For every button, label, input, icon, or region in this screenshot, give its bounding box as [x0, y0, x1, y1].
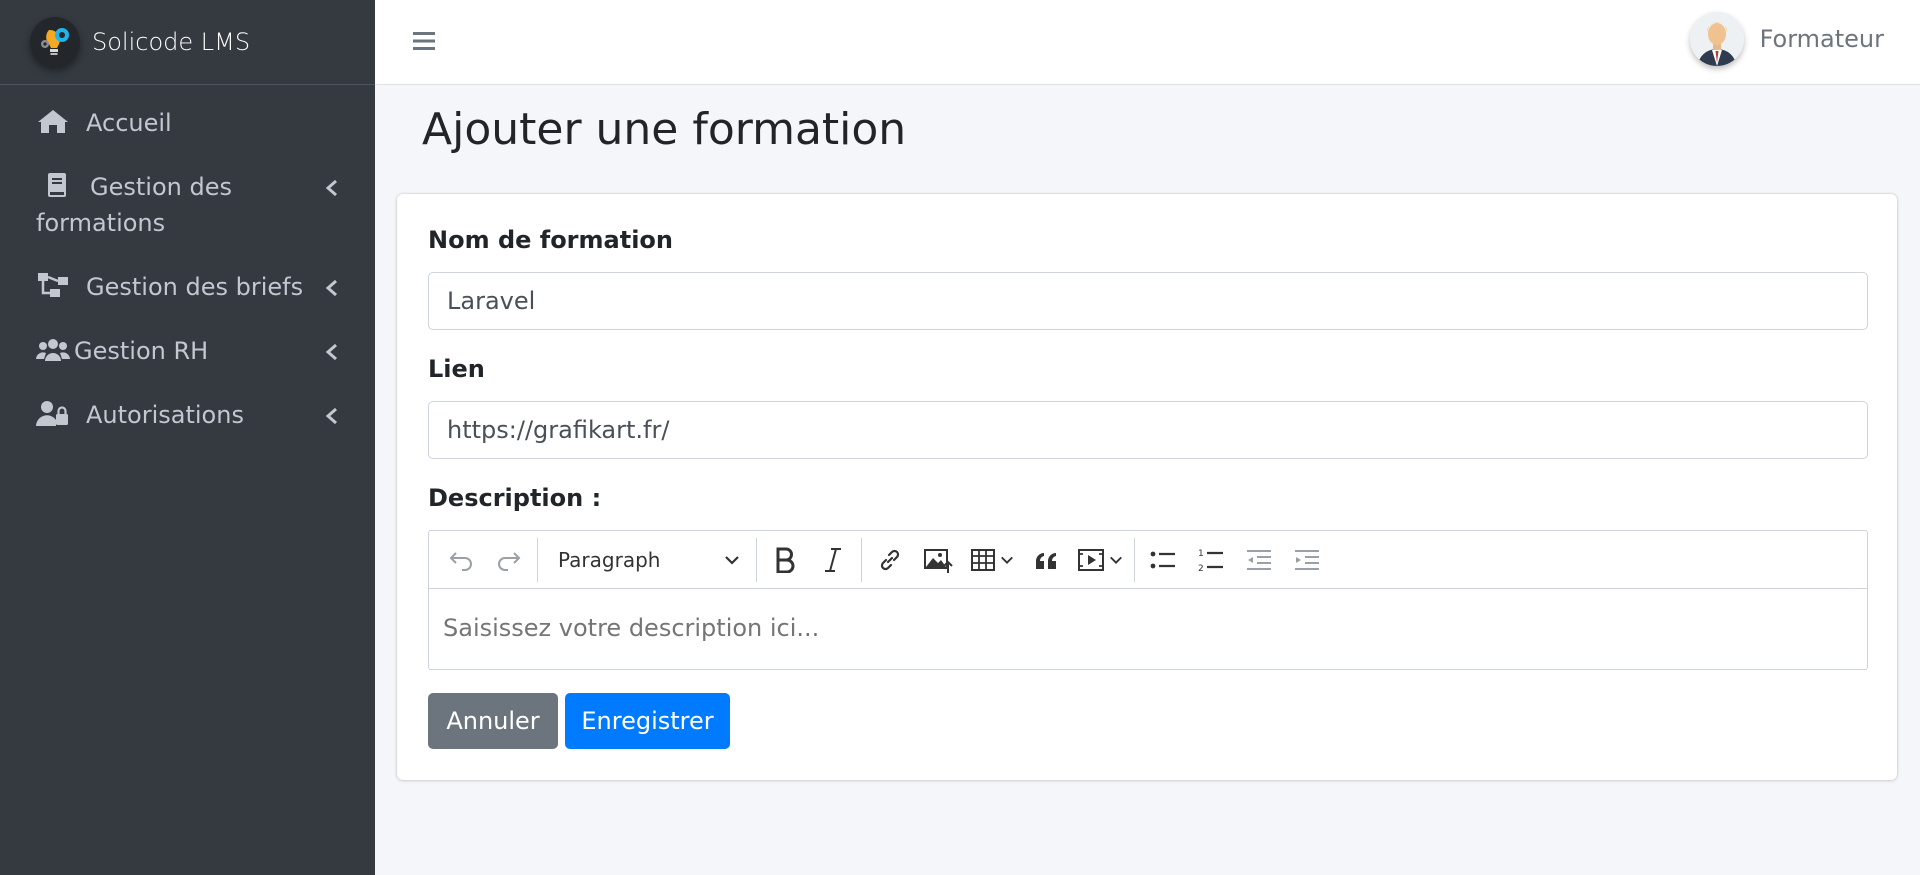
chevron-left-icon — [325, 343, 337, 361]
italic-button[interactable] — [809, 538, 857, 582]
sidebar: Solicode LMS Accueil Gestion des formati… — [0, 0, 375, 875]
link-icon — [880, 549, 900, 570]
sidebar-item-label: Autorisations — [86, 401, 244, 429]
outdent-button[interactable] — [1235, 538, 1283, 582]
home-icon — [38, 110, 68, 133]
table-icon — [971, 548, 995, 571]
editor-toolbar: Paragraph 1 2 — [429, 531, 1867, 589]
user-lock-icon — [36, 401, 68, 426]
save-button[interactable]: Enregistrer — [565, 693, 730, 749]
sidebar-item-accueil[interactable]: Accueil — [0, 91, 375, 155]
chevron-down-icon — [1110, 556, 1122, 564]
redo-button[interactable] — [485, 538, 533, 582]
hamburger-icon[interactable] — [411, 28, 437, 54]
name-input[interactable] — [428, 272, 1868, 330]
italic-icon — [825, 547, 841, 572]
outdent-icon — [1247, 549, 1271, 570]
sidebar-item-gestion-rh[interactable]: Gestion RH — [0, 319, 375, 383]
toolbar-separator — [861, 537, 862, 582]
sidebar-item-label: Gestion RH — [74, 337, 209, 365]
quote-icon — [1036, 552, 1056, 569]
block-quote-button[interactable] — [1022, 538, 1070, 582]
sidebar-item-label: Accueil — [86, 109, 172, 137]
sidebar-item-autorisations[interactable]: Autorisations — [0, 383, 375, 447]
sitemap-icon — [38, 273, 68, 297]
link-input[interactable] — [428, 401, 1868, 459]
numbered-list-button[interactable]: 12 — [1187, 538, 1235, 582]
page-title: Ajouter une formation — [422, 104, 907, 155]
user-name: Formateur — [1759, 25, 1884, 53]
description-label: Description : — [428, 484, 602, 512]
form-card: Nom de formation Lien Description : Para… — [397, 194, 1897, 780]
toolbar-separator — [756, 537, 757, 582]
chevron-left-icon — [325, 179, 337, 197]
insert-media-button[interactable] — [1070, 538, 1130, 582]
bold-button[interactable] — [761, 538, 809, 582]
sidebar-item-label: Gestion des — [90, 173, 232, 201]
lightbulb-gear-logo — [30, 17, 80, 67]
sidebar-item-label: Gestion des briefs — [86, 273, 304, 301]
chevron-left-icon — [325, 279, 337, 297]
redo-icon — [498, 551, 521, 571]
insert-table-button[interactable] — [962, 538, 1022, 582]
brand-name: Solicode LMS — [92, 28, 251, 56]
sidebar-nav: Accueil Gestion des formations Gestion d… — [0, 85, 375, 447]
sidebar-item-gestion-briefs[interactable]: Gestion des briefs — [0, 255, 375, 319]
undo-button[interactable] — [437, 538, 485, 582]
toolbar-separator — [1134, 537, 1135, 582]
numbered-list-icon: 12 — [1198, 549, 1223, 574]
cancel-button[interactable]: Annuler — [428, 693, 558, 749]
name-label: Nom de formation — [428, 226, 673, 254]
svg-text:2: 2 — [1198, 564, 1204, 574]
description-editor-area[interactable]: Saisissez votre description ici... — [429, 589, 1867, 669]
link-label: Lien — [428, 355, 485, 383]
avatar — [1689, 12, 1744, 66]
bulleted-list-button[interactable] — [1139, 538, 1187, 582]
sidebar-item-gestion-formations[interactable]: Gestion des formations — [0, 155, 375, 255]
indent-icon — [1295, 549, 1319, 570]
bulleted-list-icon — [1150, 551, 1175, 568]
brand-link[interactable]: Solicode LMS — [0, 0, 375, 85]
sidebar-item-label-line2: formations — [36, 209, 166, 237]
indent-button[interactable] — [1283, 538, 1331, 582]
insert-image-button[interactable] — [914, 538, 962, 582]
bold-icon — [776, 547, 795, 573]
undo-icon — [449, 551, 472, 571]
book-icon — [48, 173, 66, 197]
top-navbar: Formateur — [375, 0, 1920, 85]
image-upload-icon — [924, 548, 953, 573]
paragraph-select-value: Paragraph — [558, 547, 661, 572]
link-button[interactable] — [866, 538, 914, 582]
media-icon — [1078, 548, 1104, 571]
chevron-down-icon — [1001, 556, 1013, 564]
chevron-left-icon — [325, 407, 337, 425]
chevron-down-icon — [725, 555, 739, 565]
toolbar-separator — [537, 537, 538, 582]
rich-text-editor: Paragraph 1 2 Saisissez votre descriptio… — [428, 530, 1868, 670]
svg-text:1: 1 — [1198, 549, 1204, 559]
user-menu[interactable]: Formateur — [1689, 12, 1884, 66]
users-icon — [36, 339, 70, 361]
paragraph-select[interactable]: Paragraph — [542, 538, 752, 582]
